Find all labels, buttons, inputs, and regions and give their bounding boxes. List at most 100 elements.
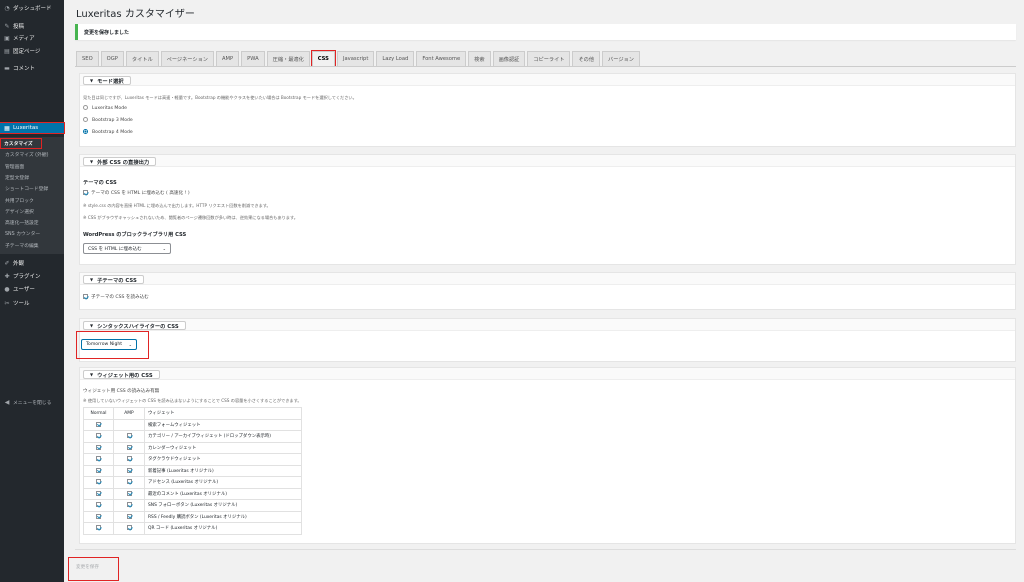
syntax-highlighter-panel: ▼ シンタックスハイライターの CSS Tomorrow Night ⌄ — [76, 318, 1016, 362]
sidebar-item-dashboard[interactable]: ◔ ダッシュボード — [0, 3, 64, 13]
notice-text: 変更を保存しました — [84, 29, 130, 36]
tab-4[interactable]: AMP — [215, 51, 240, 66]
submenu-item[interactable]: カスタマイズ — [0, 138, 42, 149]
panel-legend[interactable]: ▼ ウィジェット用の CSS — [83, 370, 160, 379]
theme-css-checkbox[interactable] — [83, 190, 88, 195]
table-row: 新着記事 (Luxeritas オリジナル) — [83, 464, 302, 477]
normal-checkbox[interactable] — [96, 525, 101, 531]
panel-header: ▼ シンタックスハイライターの CSS — [80, 319, 1015, 331]
amp-checkbox[interactable] — [126, 456, 132, 462]
normal-checkbox[interactable] — [96, 421, 101, 427]
tab-12[interactable]: 画像認証 — [492, 51, 526, 66]
save-button[interactable]: 変更を保存 — [76, 564, 99, 570]
submenu-item[interactable]: 高速化一括設定 — [0, 218, 64, 227]
tab-10[interactable]: Font Awesome — [416, 51, 467, 66]
submenu-item[interactable]: ショートコード登録 — [0, 184, 64, 193]
tab-7[interactable]: CSS — [310, 50, 336, 67]
mode-radio[interactable] — [83, 129, 88, 134]
submenu-item[interactable]: SNS カウンター — [0, 229, 64, 238]
child-css-checkbox[interactable] — [83, 294, 88, 299]
submenu-item[interactable]: 定型文登録 — [0, 173, 64, 182]
normal-checkbox[interactable] — [96, 467, 101, 473]
sidebar-item-label: Luxeritas — [13, 125, 39, 131]
theme-css-heading: テーマの CSS — [83, 180, 117, 186]
panel-legend[interactable]: ▼ 外部 CSS の直接出力 — [83, 157, 157, 166]
syntax-theme-select[interactable]: Tomorrow Night ⌄ — [81, 339, 137, 350]
tab-14[interactable]: その他 — [572, 51, 601, 66]
save-highlight-box: 変更を保存 — [68, 557, 119, 581]
amp-checkbox[interactable] — [126, 444, 132, 450]
normal-checkbox[interactable] — [96, 444, 101, 450]
collapse-triangle-icon: ▼ — [90, 277, 94, 282]
tab-8[interactable]: Javascript — [336, 51, 375, 66]
amp-cell — [113, 510, 145, 523]
amp-checkbox[interactable] — [126, 490, 132, 496]
normal-checkbox[interactable] — [96, 433, 101, 439]
mode-radio[interactable] — [83, 105, 88, 110]
tab-2[interactable]: タイトル — [125, 51, 159, 66]
tab-9[interactable]: Lazy Load — [376, 51, 415, 66]
tab-5[interactable]: PWA — [241, 51, 265, 66]
tab-15[interactable]: バージョン — [602, 51, 640, 66]
sidebar-item-tool[interactable]: ✂ ツール — [0, 298, 64, 308]
tab-11[interactable]: 検索 — [468, 51, 491, 66]
child-css-option[interactable]: 子テーマの CSS を読み込む — [83, 294, 149, 300]
mode-option[interactable]: Luxeritas Mode — [83, 105, 127, 111]
amp-checkbox[interactable] — [126, 479, 132, 485]
amp-checkbox[interactable] — [126, 467, 132, 473]
sidebar-item-luxeritas[interactable]: ▦ Luxeritas — [0, 122, 65, 134]
footer-divider — [75, 549, 1016, 550]
amp-cell — [113, 522, 145, 535]
submenu-item[interactable]: デザイン選択 — [0, 207, 64, 216]
checkbox-label: 子テーマの CSS を読み込む — [91, 295, 149, 300]
page-title: Luxeritas カスタマイザー — [76, 9, 195, 20]
tab-3[interactable]: ページネーション — [160, 51, 214, 66]
tab-0[interactable]: SEO — [76, 51, 99, 66]
theme-css-option[interactable]: テーマの CSS を HTML に埋め込む ( 高速化 ! ) — [83, 190, 190, 196]
submenu-item[interactable]: 管理画面 — [0, 162, 64, 171]
mode-radio[interactable] — [83, 117, 88, 122]
tab-6[interactable]: 圧縮・最適化 — [266, 51, 310, 66]
sidebar-item-label: 外観 — [13, 261, 25, 267]
theme-css-note-1: ※ style.css の内容を直接 HTML に埋め込んで出力します。HTTP… — [83, 203, 271, 208]
pin-icon: ✎ — [4, 22, 10, 30]
chevron-down-icon: ⌄ — [128, 342, 132, 347]
block-css-select[interactable]: CSS を HTML に埋め込む ⌄ — [83, 243, 171, 254]
sidebar-item-page[interactable]: ▤ 固定ページ — [0, 46, 64, 56]
amp-checkbox[interactable] — [126, 433, 132, 439]
submenu-item[interactable]: 共用ブロック — [0, 196, 64, 205]
sidebar-item-plugin[interactable]: ✚ プラグイン — [0, 271, 64, 281]
panel-legend[interactable]: ▼ 子テーマの CSS — [83, 275, 144, 284]
legend-text: 外部 CSS の直接出力 — [97, 159, 150, 166]
amp-checkbox[interactable] — [126, 513, 132, 519]
submenu-item[interactable]: 子テーマの編集 — [0, 241, 64, 250]
amp-checkbox[interactable] — [126, 525, 132, 531]
amp-checkbox[interactable] — [126, 502, 132, 508]
mode-option[interactable]: Bootstrap 4 Mode — [83, 129, 133, 135]
widget-name: 新着記事 (Luxeritas オリジナル) — [144, 464, 302, 477]
table-row: カテゴリー / アーカイブウィジェット (ドロップダウン表示時) — [83, 430, 302, 443]
sidebar-item-label: ダッシュボード — [13, 6, 52, 12]
submenu-item[interactable]: カスタマイズ (外観) — [0, 150, 64, 159]
mode-select-panel: ▼ モード選択 見た目は同じですが、Luxeritas モードは高速・軽量です。B… — [79, 73, 1016, 147]
collapse-menu-button[interactable]: ◀ メニューを閉じる — [0, 397, 64, 407]
normal-checkbox[interactable] — [96, 513, 101, 519]
sidebar-item-media[interactable]: ▣ メディア — [0, 33, 64, 43]
mode-option[interactable]: Bootstrap 3 Mode — [83, 117, 133, 123]
sidebar-item-user[interactable]: ● ユーザー — [0, 284, 64, 294]
normal-checkbox[interactable] — [96, 479, 101, 485]
sidebar-item-comment[interactable]: ▬ コメント — [0, 63, 64, 73]
legend-text: シンタックスハイライターの CSS — [97, 323, 179, 330]
normal-checkbox[interactable] — [96, 490, 101, 496]
collapse-triangle-icon: ▼ — [90, 372, 94, 377]
tab-13[interactable]: コピーライト — [527, 51, 571, 66]
table-row: 検索フォームウィジェット — [83, 418, 302, 431]
table-row: アドセンス (Luxeritas オリジナル) — [83, 476, 302, 489]
normal-checkbox[interactable] — [96, 502, 101, 508]
sidebar-item-appearance[interactable]: ✐ 外観 — [0, 258, 64, 268]
panel-legend[interactable]: ▼ シンタックスハイライターの CSS — [83, 321, 186, 330]
sidebar-item-pin[interactable]: ✎ 投稿 — [0, 21, 64, 31]
tab-1[interactable]: OGP — [100, 51, 124, 66]
panel-legend[interactable]: ▼ モード選択 — [83, 76, 131, 85]
normal-checkbox[interactable] — [96, 456, 101, 462]
